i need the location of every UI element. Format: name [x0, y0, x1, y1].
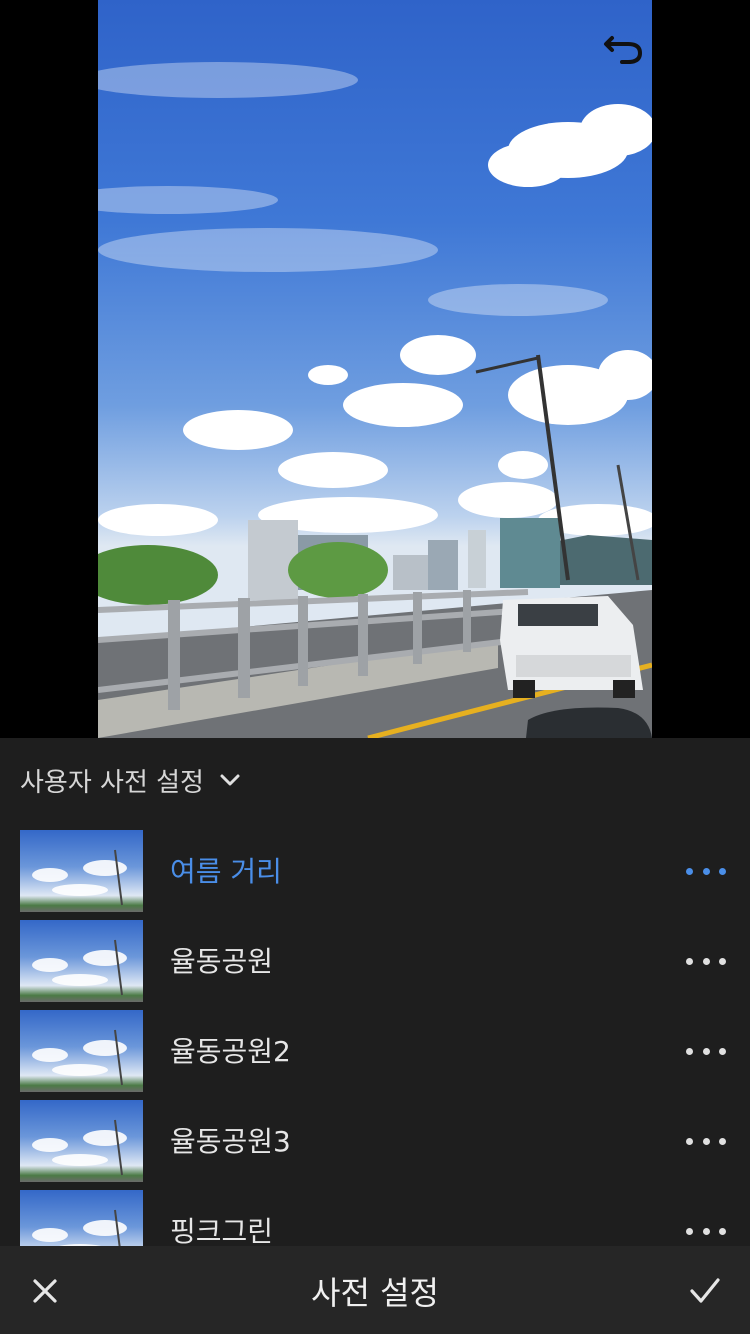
more-horizontal-icon [686, 867, 693, 875]
preset-list: 여름 거리 율동공원 율동공원2 율동공원3 핑크그린 [0, 830, 750, 1246]
preset-thumbnail [20, 830, 143, 912]
photo-image [98, 62, 652, 738]
checkmark-icon [690, 1278, 720, 1303]
preset-name: 율동공원2 [170, 1035, 291, 1068]
presets-panel: 사용자 사전 설정 여름 거리 율동공원 율동공원2 율동공원3 핑크그린 [0, 738, 750, 1246]
preset-item[interactable]: 율동공원2 [0, 1010, 750, 1100]
preset-item[interactable]: 여름 거리 [0, 830, 750, 920]
preset-thumbnail [20, 1100, 143, 1182]
app-root: 사용자 사전 설정 여름 거리 율동공원 율동공원2 율동공원3 핑크그린 사전… [0, 0, 750, 1334]
confirm-button[interactable] [682, 1268, 728, 1314]
preset-more-button[interactable] [686, 860, 726, 882]
preset-more-button[interactable] [686, 1130, 726, 1152]
photo-preview [98, 0, 652, 738]
preset-item[interactable]: 율동공원 [0, 920, 750, 1010]
preset-more-button[interactable] [686, 950, 726, 972]
more-horizontal-icon [686, 957, 693, 965]
more-horizontal-icon [686, 1227, 693, 1235]
photo-preview-area [0, 0, 750, 738]
preset-more-button[interactable] [686, 1220, 726, 1242]
preset-item[interactable]: 율동공원3 [0, 1100, 750, 1190]
bottom-action-bar: 사전 설정 [0, 1246, 750, 1334]
undo-button[interactable] [600, 22, 646, 68]
preset-thumbnail [20, 1010, 143, 1092]
bottom-bar-title: 사전 설정 [311, 1274, 439, 1312]
chevron-down-icon [220, 774, 240, 786]
preset-thumbnail [20, 920, 143, 1002]
preset-name: 핑크그린 [170, 1215, 274, 1246]
undo-icon [604, 36, 643, 64]
preset-item[interactable]: 핑크그린 [0, 1190, 750, 1246]
preset-more-button[interactable] [686, 1040, 726, 1062]
preset-group-title: 사용자 사전 설정 [20, 767, 204, 798]
preset-thumbnail [20, 1190, 143, 1246]
more-horizontal-icon [686, 1137, 693, 1145]
more-horizontal-icon [686, 1047, 693, 1055]
preset-name: 율동공원3 [170, 1125, 291, 1158]
preset-name: 여름 거리 [170, 855, 282, 888]
preset-name: 율동공원 [170, 945, 274, 978]
preset-group-selector[interactable]: 사용자 사전 설정 [20, 758, 242, 802]
